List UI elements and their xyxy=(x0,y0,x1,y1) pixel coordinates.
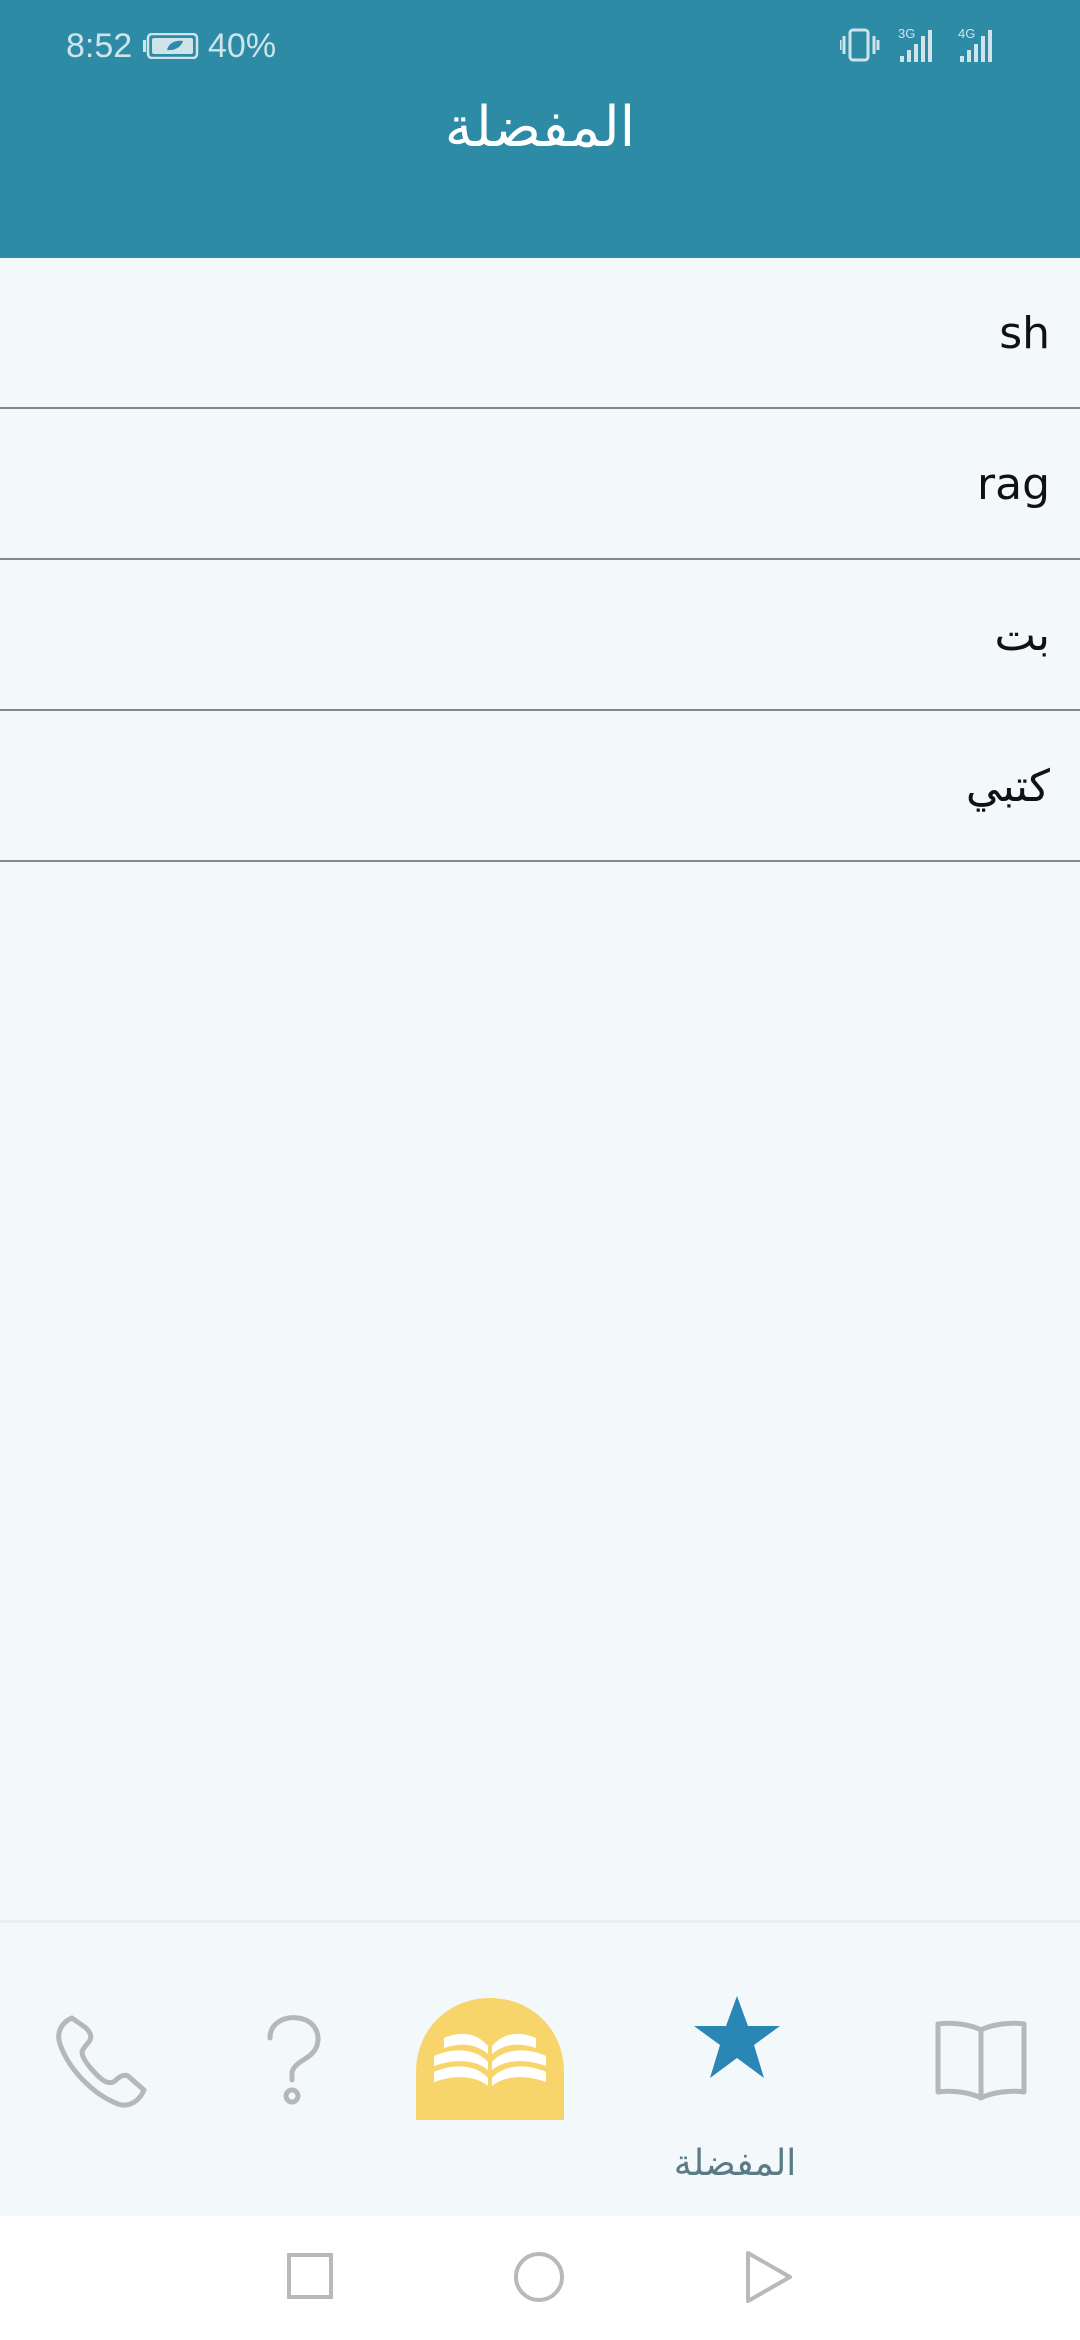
favorites-list: sh rag بت كتبي xyxy=(0,258,1080,862)
question-icon[interactable] xyxy=(262,2014,326,2108)
status-time: 8:52 xyxy=(66,27,133,65)
nav-label-favorites[interactable]: المفضلة xyxy=(640,2140,830,2188)
phone-icon[interactable] xyxy=(48,2010,152,2114)
vibrate-icon xyxy=(840,28,880,62)
book-icon[interactable] xyxy=(934,2020,1028,2102)
list-item-label: sh xyxy=(999,308,1050,359)
svg-text:4G: 4G xyxy=(958,26,975,41)
signal-icons: 3G 4G xyxy=(840,26,992,62)
list-item-label: rag xyxy=(977,459,1050,510)
battery-icon xyxy=(143,33,199,59)
list-item-label: كتبي xyxy=(965,761,1050,812)
list-item-label: بت xyxy=(994,610,1050,661)
list-item[interactable]: بت xyxy=(0,560,1080,711)
recents-icon[interactable] xyxy=(286,2252,334,2300)
list-item[interactable]: كتبي xyxy=(0,711,1080,862)
battery-percent: 40% xyxy=(208,27,277,65)
open-book-logo-icon[interactable] xyxy=(416,1998,564,2120)
svg-text:3G: 3G xyxy=(898,26,915,41)
back-icon[interactable] xyxy=(744,2250,794,2304)
home-icon[interactable] xyxy=(512,2250,566,2304)
list-item[interactable]: sh xyxy=(0,258,1080,409)
page-title: المفضلة xyxy=(444,95,636,160)
star-icon[interactable] xyxy=(692,1994,782,2080)
app-bar: 8:52 40% 3G 4G المفضلة xyxy=(0,0,1080,258)
list-item[interactable]: rag xyxy=(0,409,1080,560)
